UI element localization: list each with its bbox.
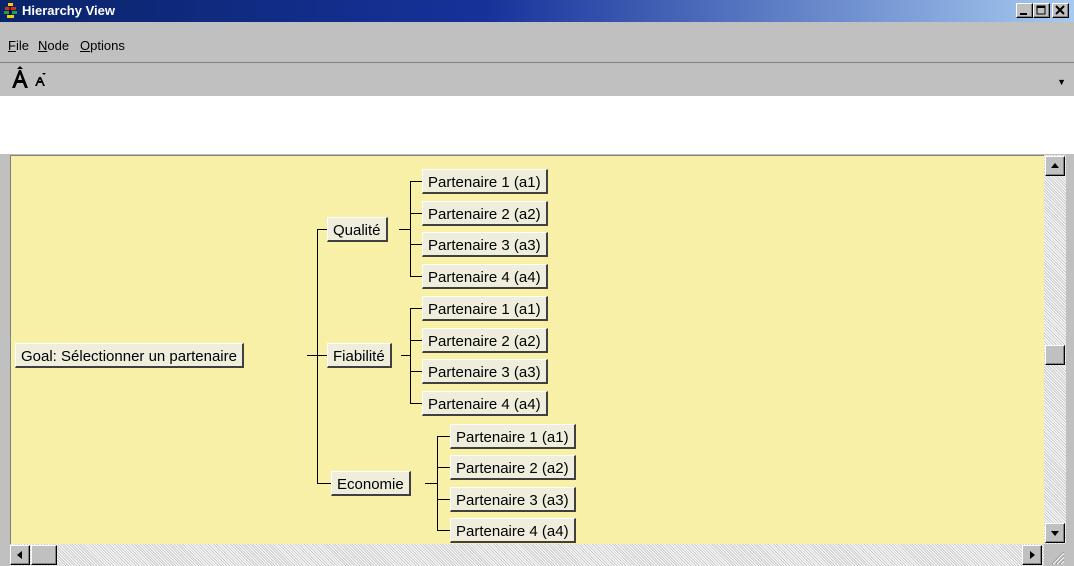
alternative-node[interactable]: Partenaire 2 (a2)	[422, 328, 548, 353]
close-icon	[1055, 5, 1065, 15]
horizontal-scroll-thumb[interactable]	[31, 545, 57, 565]
alternative-node[interactable]: Partenaire 4 (a4)	[422, 391, 548, 416]
alternative-node[interactable]: Partenaire 3 (a3)	[422, 232, 548, 257]
criterion-node-fiabilite[interactable]: Fiabilité	[327, 343, 392, 368]
menu-options-accel: O	[80, 38, 91, 53]
alternative-node[interactable]: Partenaire 1 (a1)	[422, 169, 548, 194]
vertical-scrollbar[interactable]	[1044, 155, 1066, 544]
blank-band	[0, 96, 1074, 154]
criterion-node-qualite[interactable]: Qualité	[327, 217, 388, 242]
hierarchy-view-window: Hierarchy View File Node Options ▼ Goal:…	[0, 0, 1074, 566]
maximize-button[interactable]	[1033, 3, 1050, 18]
resize-grip-icon	[1051, 551, 1065, 565]
increase-font-button[interactable]	[10, 66, 32, 97]
menu-options[interactable]: Options	[80, 38, 125, 53]
decrease-font-button[interactable]	[34, 72, 48, 93]
alternative-node[interactable]: Partenaire 3 (a3)	[422, 359, 548, 384]
vertical-scroll-thumb[interactable]	[1045, 345, 1065, 365]
arrow-left-icon	[17, 551, 22, 559]
alternative-node[interactable]: Partenaire 4 (a4)	[422, 264, 548, 289]
criterion-node-economie[interactable]: Economie	[331, 471, 411, 496]
alternative-node[interactable]: Partenaire 1 (a1)	[422, 296, 548, 321]
menu-file-label: ile	[15, 38, 29, 53]
scroll-left-button[interactable]	[10, 545, 30, 565]
arrow-right-icon	[1030, 551, 1035, 559]
menu-file-accel: F	[8, 38, 16, 53]
menu-node-label: ode	[47, 38, 70, 53]
scroll-right-button[interactable]	[1022, 545, 1042, 565]
alternative-node[interactable]: Partenaire 1 (a1)	[450, 424, 576, 449]
font-increase-icon	[12, 66, 28, 88]
window-title: Hierarchy View	[22, 3, 115, 18]
toolbar-overflow-chevron-icon[interactable]: ▼	[1057, 77, 1066, 87]
alternative-node[interactable]: Partenaire 4 (a4)	[450, 518, 576, 543]
minimize-icon	[1020, 13, 1027, 15]
toolbar: ▼	[0, 62, 1074, 96]
goal-node[interactable]: Goal: Sélectionner un partenaire	[15, 343, 244, 368]
alternative-node[interactable]: Partenaire 2 (a2)	[422, 201, 548, 226]
alternative-node[interactable]: Partenaire 3 (a3)	[450, 487, 576, 512]
scroll-down-button[interactable]	[1045, 523, 1065, 543]
menu-bar: File Node Options	[0, 24, 1074, 60]
menu-options-label: ptions	[90, 38, 125, 53]
font-decrease-icon	[35, 73, 46, 86]
scroll-up-button[interactable]	[1045, 156, 1065, 176]
arrow-up-icon	[1051, 163, 1059, 168]
hierarchy-canvas[interactable]: Goal: Sélectionner un partenaire Qualité…	[10, 155, 1044, 544]
alternative-node[interactable]: Partenaire 2 (a2)	[450, 455, 576, 480]
menu-node[interactable]: Node	[38, 38, 69, 53]
horizontal-scrollbar[interactable]	[10, 544, 1044, 566]
arrow-down-icon	[1051, 531, 1059, 536]
close-button[interactable]	[1052, 3, 1069, 18]
menu-file[interactable]: File	[8, 38, 29, 53]
app-icon	[4, 3, 17, 18]
resize-grip[interactable]	[1044, 544, 1074, 566]
minimize-button[interactable]	[1016, 3, 1033, 18]
maximize-icon	[1036, 5, 1046, 15]
title-bar[interactable]: Hierarchy View	[0, 0, 1074, 22]
menu-node-accel: N	[38, 38, 48, 53]
